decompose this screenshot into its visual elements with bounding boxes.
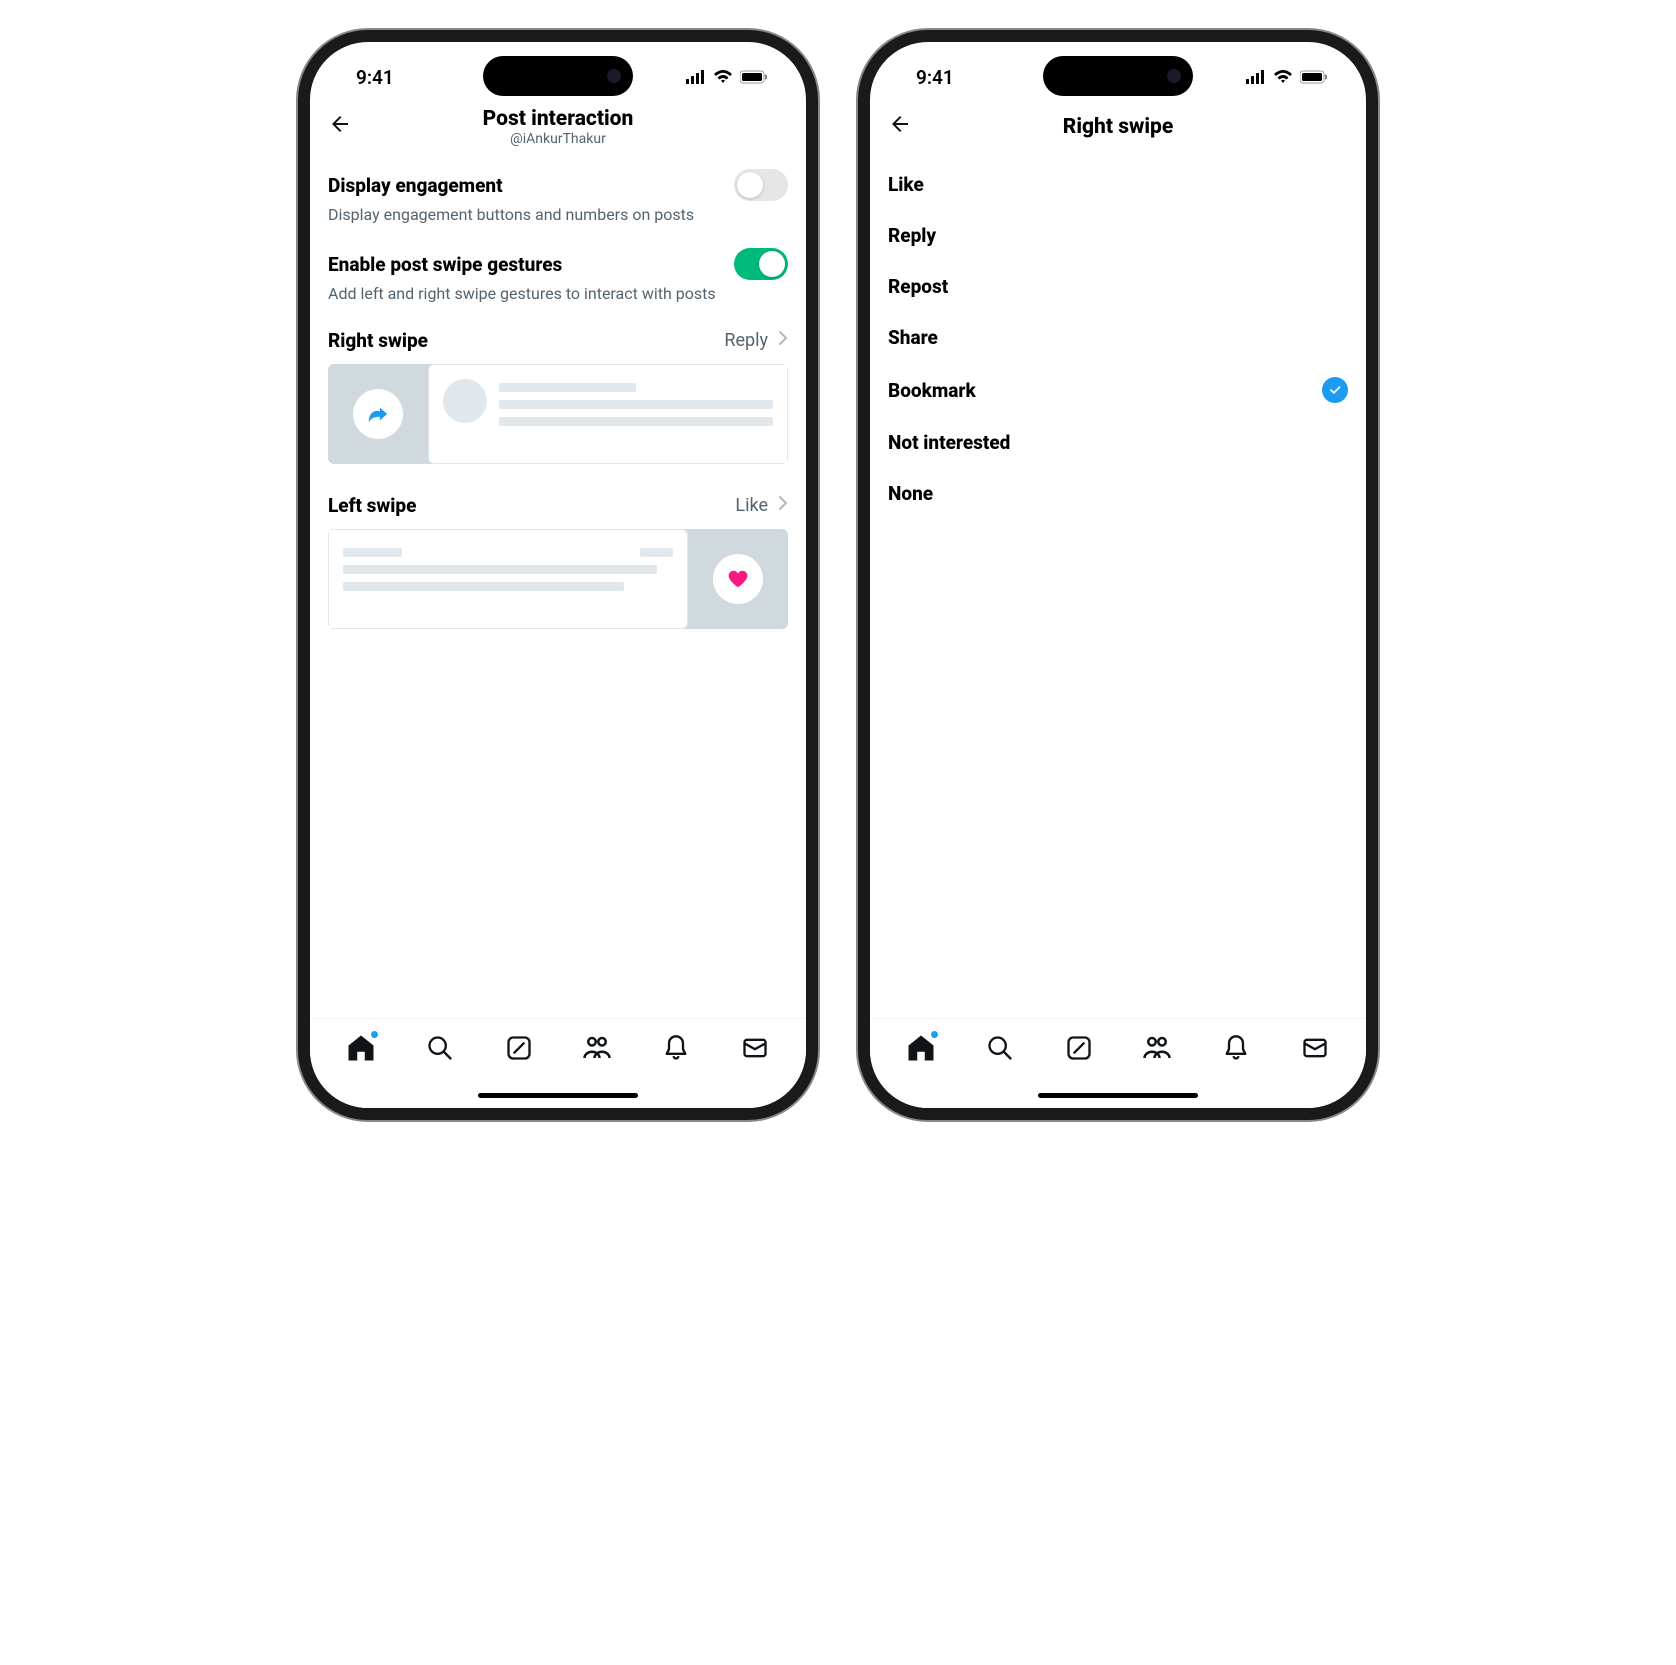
tab-bar: [310, 1018, 806, 1108]
wifi-icon: [713, 66, 733, 89]
nav-header: Post interaction @iAnkurThakur: [310, 102, 806, 153]
chevron-right-icon: [778, 330, 788, 351]
display-engagement-row: Display engagement: [328, 159, 788, 205]
dynamic-island: [1043, 56, 1193, 96]
enable-swipe-row: Enable post swipe gestures: [328, 238, 788, 284]
right-swipe-row[interactable]: Right swipe Reply: [328, 317, 788, 364]
chevron-right-icon: [778, 495, 788, 516]
tab-search[interactable]: [985, 1033, 1015, 1063]
tab-search[interactable]: [425, 1033, 455, 1063]
right-swipe-value: Reply: [724, 330, 768, 351]
dynamic-island: [483, 56, 633, 96]
nav-header: Right swipe: [870, 102, 1366, 153]
content-area: Display engagement Display engagement bu…: [310, 153, 806, 1108]
page-title: Right swipe: [1063, 115, 1173, 139]
left-swipe-row[interactable]: Left swipe Like: [328, 482, 788, 529]
battery-icon: [1300, 66, 1328, 89]
enable-swipe-desc: Add left and right swipe gestures to int…: [328, 284, 788, 317]
cellular-icon: [1246, 66, 1266, 89]
right-swipe-preview: [328, 364, 788, 464]
option-label: Repost: [888, 275, 948, 298]
phone-right: 9:41 Right swipe LikeReplyRepostS: [858, 30, 1378, 1120]
status-time: 9:41: [356, 66, 394, 89]
tab-home[interactable]: [906, 1033, 936, 1063]
checkmark-icon: [1322, 377, 1348, 403]
display-engagement-desc: Display engagement buttons and numbers o…: [328, 205, 788, 238]
tab-messages[interactable]: [740, 1033, 770, 1063]
reply-preview-icon: [353, 389, 403, 439]
right-swipe-label: Right swipe: [328, 329, 428, 352]
option-label: Not interested: [888, 431, 1010, 454]
option-row[interactable]: None: [888, 468, 1348, 519]
options-list: Like Reply Repost Share Bookmark Not interest…: [870, 153, 1366, 1108]
tab-notifications[interactable]: [661, 1033, 691, 1063]
option-row[interactable]: Reply: [888, 210, 1348, 261]
cellular-icon: [686, 66, 706, 89]
option-row[interactable]: Like: [888, 159, 1348, 210]
tab-home[interactable]: [346, 1033, 376, 1063]
like-preview-icon: [713, 554, 763, 604]
battery-icon: [740, 66, 768, 89]
back-button[interactable]: [888, 112, 912, 141]
home-indicator: [478, 1093, 638, 1098]
left-swipe-label: Left swipe: [328, 494, 416, 517]
status-time: 9:41: [916, 66, 954, 89]
wifi-icon: [1273, 66, 1293, 89]
display-engagement-toggle[interactable]: [734, 169, 788, 201]
home-indicator: [1038, 1093, 1198, 1098]
option-label: Share: [888, 326, 938, 349]
option-label: Reply: [888, 224, 936, 247]
back-button[interactable]: [328, 112, 352, 141]
option-label: Bookmark: [888, 379, 976, 402]
display-engagement-label: Display engagement: [328, 174, 503, 197]
tab-communities[interactable]: [1142, 1033, 1172, 1063]
tab-messages[interactable]: [1300, 1033, 1330, 1063]
option-label: Like: [888, 173, 924, 196]
tab-communities[interactable]: [582, 1033, 612, 1063]
enable-swipe-label: Enable post swipe gestures: [328, 253, 562, 276]
left-swipe-preview: [328, 529, 788, 629]
tab-compose[interactable]: [504, 1033, 534, 1063]
option-row[interactable]: Bookmark: [888, 363, 1348, 417]
tab-bar: [870, 1018, 1366, 1108]
phone-left: 9:41 Post interaction @iAnkurThakur: [298, 30, 818, 1120]
option-label: None: [888, 482, 933, 505]
tab-compose[interactable]: [1064, 1033, 1094, 1063]
page-title: Post interaction: [483, 107, 634, 131]
option-row[interactable]: Share: [888, 312, 1348, 363]
left-swipe-value: Like: [735, 495, 768, 516]
page-subtitle: @iAnkurThakur: [483, 131, 634, 147]
option-row[interactable]: Repost: [888, 261, 1348, 312]
option-row[interactable]: Not interested: [888, 417, 1348, 468]
home-notification-dot: [371, 1031, 378, 1038]
home-notification-dot: [931, 1031, 938, 1038]
enable-swipe-toggle[interactable]: [734, 248, 788, 280]
tab-notifications[interactable]: [1221, 1033, 1251, 1063]
